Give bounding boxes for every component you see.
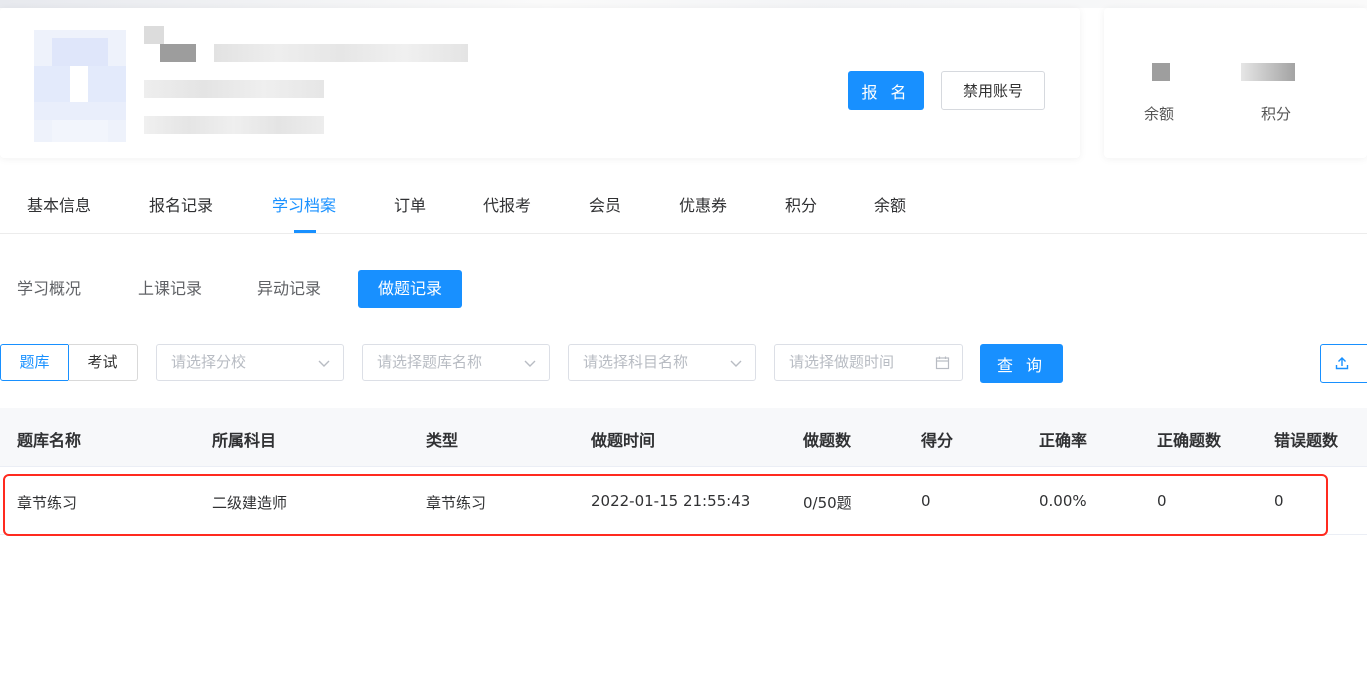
column-header: 类型 [426,431,459,450]
signup-button[interactable]: 报 名 [848,71,924,110]
question-bank-select-placeholder: 请选择题库名称 [377,353,483,371]
tab-points[interactable]: 积分 [785,192,817,216]
tab-orders[interactable]: 订单 [394,192,426,216]
tab-learning-archive[interactable]: 学习档案 [272,192,336,216]
table-cell: 章节练习 [17,494,78,512]
upload-icon [1334,355,1350,375]
school-select[interactable]: 请选择分校 [156,344,344,381]
disable-account-button[interactable]: 禁用账号 [941,71,1045,110]
balance-label: 余额 [1143,105,1174,123]
column-header: 所属科目 [212,431,277,450]
query-button[interactable]: 查 询 [980,344,1063,383]
subtab-practice-records[interactable]: 做题记录 [358,270,462,308]
table-cell: 0 [1274,492,1284,510]
tab-proxy-exam[interactable]: 代报考 [483,192,531,216]
table-cell: 二级建造师 [212,494,288,512]
points-value-redacted [1241,63,1295,81]
subtab-learning-overview[interactable]: 学习概况 [17,270,81,308]
subtab-class-records[interactable]: 上课记录 [138,270,202,308]
question-bank-select[interactable]: 请选择题库名称 [362,344,550,381]
column-header: 正确题数 [1157,431,1222,450]
balance-value-redacted [1152,63,1170,81]
column-header: 做题数 [803,431,852,450]
profile-card: 报 名 禁用账号 [0,8,1080,158]
column-header: 做题时间 [591,431,656,450]
calendar-icon [935,345,950,380]
chevron-down-icon [523,345,537,380]
chevron-down-icon [317,345,331,380]
practice-time-picker[interactable]: 请选择做题时间 [774,344,963,381]
top-blurred-strip [0,0,1367,8]
table-cell: 0 [921,492,931,510]
info-redacted [144,116,324,134]
tab-basic-info[interactable]: 基本信息 [27,192,91,216]
column-header: 错误题数 [1274,431,1339,450]
table-cell: 0.00% [1039,492,1087,510]
table-cell: 0/50题 [803,494,852,512]
chevron-down-icon [729,345,743,380]
export-button[interactable] [1320,344,1367,383]
segment-exam[interactable]: 考试 [68,344,138,381]
subtab-change-records[interactable]: 异动记录 [257,270,321,308]
avatar [34,30,126,142]
column-header: 题库名称 [17,431,82,450]
info-redacted [214,44,468,62]
name-redacted [160,44,196,62]
column-header: 得分 [921,431,954,450]
column-header: 正确率 [1039,431,1088,450]
info-redacted [144,80,324,98]
subject-select-placeholder: 请选择科目名称 [583,353,689,371]
tab-membership[interactable]: 会员 [589,192,621,216]
table-cell: 章节练习 [426,494,487,512]
name-redacted [144,26,164,44]
school-select-placeholder: 请选择分校 [171,353,247,371]
table-cell: 2022-01-15 21:55:43 [591,492,751,510]
segment-question-bank[interactable]: 题库 [0,344,69,381]
stats-card: 余额 积分 [1104,8,1367,158]
table-header: 题库名称 所属科目 类型 做题时间 做题数 得分 正确率 正确题数 错误题数 [0,408,1367,467]
points-label: 积分 [1260,105,1291,123]
tab-signup-records[interactable]: 报名记录 [149,192,213,216]
practice-time-placeholder: 请选择做题时间 [789,353,895,371]
active-tab-indicator [294,230,316,233]
main-tab-bar: 基本信息 报名记录 学习档案 订单 代报考 会员 优惠券 积分 余额 [0,182,1367,234]
table-row[interactable]: 章节练习 二级建造师 章节练习 2022-01-15 21:55:43 0/50… [0,467,1367,535]
subject-select[interactable]: 请选择科目名称 [568,344,756,381]
table-cell: 0 [1157,492,1167,510]
tab-balance[interactable]: 余额 [874,192,906,216]
tab-coupons[interactable]: 优惠券 [679,192,727,216]
